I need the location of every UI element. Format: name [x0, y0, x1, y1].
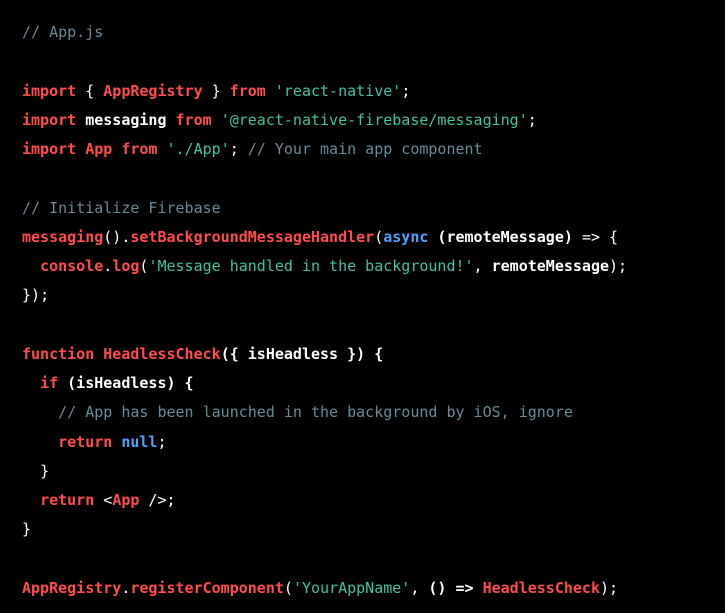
comment-ios-bg: // App has been launched in the backgrou…	[58, 403, 573, 421]
arrow-fn: () =>	[428, 579, 482, 597]
string-firebase: '@react-native-firebase/messaging'	[221, 111, 528, 129]
semicolon: ;	[528, 111, 537, 129]
code-block: // App.js import { AppRegistry } from 'r…	[22, 18, 703, 603]
keyword-import: import	[22, 140, 76, 158]
brace-close: }	[40, 462, 49, 480]
dot: .	[103, 257, 112, 275]
keyword-function: function	[22, 345, 94, 363]
semicolon: ;	[157, 433, 166, 451]
jsx-open: <	[103, 491, 112, 509]
string-app: './App'	[167, 140, 230, 158]
paren-open: (	[284, 579, 293, 597]
identifier-remotemsg: remoteMessage	[492, 257, 609, 275]
keyword-from: from	[176, 111, 212, 129]
comment-main-app: // Your main app component	[248, 140, 483, 158]
method-log: log	[112, 257, 139, 275]
identifier-headlesscheck: HeadlessCheck	[483, 579, 600, 597]
semicolon: ;	[230, 140, 239, 158]
brace-close: }	[22, 286, 31, 304]
semicolon: ;	[167, 491, 176, 509]
identifier-app: App	[85, 140, 112, 158]
param-remotemsg: (remoteMessage)	[428, 228, 582, 246]
brace: }	[203, 82, 221, 100]
paren-close: )	[31, 286, 40, 304]
keyword-from: from	[230, 82, 266, 100]
keyword-return: return	[40, 491, 94, 509]
brace-close: }	[22, 520, 31, 538]
semicolon: ;	[618, 257, 627, 275]
jsx-close: />	[139, 491, 166, 509]
paren-open: (	[374, 228, 383, 246]
paren-close: )	[609, 257, 618, 275]
method-registercomponent: registerComponent	[130, 579, 284, 597]
identifier-appregistry: AppRegistry	[103, 82, 202, 100]
comma: ,	[474, 257, 492, 275]
identifier-messaging: messaging	[85, 111, 166, 129]
identifier-appregistry: AppRegistry	[22, 579, 121, 597]
fn-headlesscheck: HeadlessCheck	[103, 345, 220, 363]
keyword-from: from	[121, 140, 157, 158]
semicolon: ;	[40, 286, 49, 304]
string-reactnative: 'react-native'	[275, 82, 401, 100]
keyword-import: import	[22, 111, 76, 129]
string-msg-handled: 'Message handled in the background!'	[148, 257, 473, 275]
keyword-return: return	[58, 433, 112, 451]
comment-init-firebase: // Initialize Firebase	[22, 199, 221, 217]
parens: ().	[103, 228, 130, 246]
if-condition: (isHeadless) {	[58, 374, 193, 392]
comma: ,	[410, 579, 428, 597]
keyword-import: import	[22, 82, 76, 100]
brace-open: {	[600, 228, 618, 246]
semicolon: ;	[609, 579, 618, 597]
literal-null: null	[121, 433, 157, 451]
arrow: =>	[582, 228, 600, 246]
call-messaging: messaging	[22, 228, 103, 246]
brace: {	[85, 82, 103, 100]
keyword-async: async	[383, 228, 428, 246]
identifier-console: console	[40, 257, 103, 275]
keyword-if: if	[40, 374, 58, 392]
semicolon: ;	[401, 82, 410, 100]
string-appname: 'YourAppName'	[293, 579, 410, 597]
param-isheadless: ({ isHeadless }) {	[221, 345, 384, 363]
comment-filename: // App.js	[22, 23, 103, 41]
paren-close: )	[600, 579, 609, 597]
method-setbg: setBackgroundMessageHandler	[130, 228, 374, 246]
jsx-tag-app: App	[112, 491, 139, 509]
